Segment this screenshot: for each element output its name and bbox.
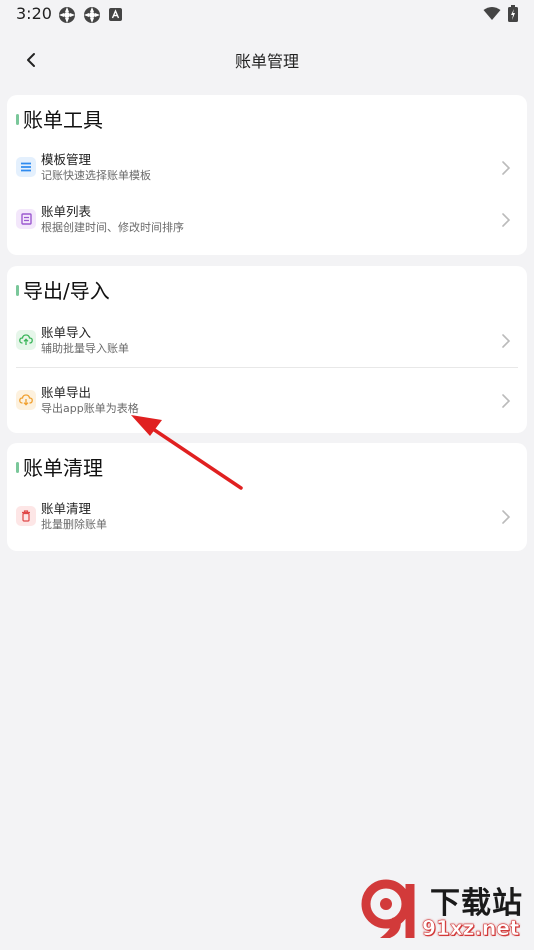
wifi-icon [483, 7, 501, 20]
section-title-text: 账单清理 [23, 456, 103, 480]
section-marker [16, 462, 19, 473]
section-card-export-import: 导出/导入 账单导入 辅助批量导入账单 账单导出 导出app账单为表格 [7, 266, 527, 433]
section-title: 账单工具 [16, 107, 103, 133]
menu-item-template-management[interactable]: 模板管理 记账快速选择账单模板 [7, 145, 527, 195]
list-icon [16, 157, 36, 177]
menu-item-bill-cleanup[interactable]: 账单清理 批量删除账单 [7, 494, 527, 544]
chevron-right-icon [502, 161, 511, 175]
section-marker [16, 285, 19, 296]
chevron-right-icon [502, 213, 511, 227]
page-title: 账单管理 [234, 52, 299, 71]
app-notification-icon [84, 7, 100, 23]
chevron-right-icon [502, 394, 511, 408]
divider [16, 367, 518, 368]
cloud-upload-icon [16, 330, 36, 350]
section-card-bill-cleanup: 账单清理 账单清理 批量删除账单 [7, 443, 527, 551]
trash-icon [16, 506, 36, 526]
menu-item-title: 账单导出 [41, 385, 92, 400]
watermark-logo-icon [361, 879, 415, 938]
menu-item-bill-import[interactable]: 账单导入 辅助批量导入账单 [7, 318, 527, 368]
status-time: 3:20 [16, 4, 52, 23]
font-app-icon [109, 8, 122, 21]
cloud-download-icon [16, 390, 36, 410]
menu-item-subtitle: 根据创建时间、修改时间排序 [41, 221, 184, 234]
section-title: 账单清理 [16, 455, 103, 481]
app-notification-icon [59, 7, 75, 23]
status-bar: 3:20 [0, 0, 534, 28]
menu-item-subtitle: 批量删除账单 [41, 518, 107, 531]
app-header: 账单管理 [0, 36, 534, 82]
menu-item-title: 账单清理 [41, 501, 92, 516]
menu-item-bill-list[interactable]: 账单列表 根据创建时间、修改时间排序 [7, 197, 527, 247]
battery-charging-icon [508, 5, 518, 22]
document-icon [16, 209, 36, 229]
section-card-bill-tools: 账单工具 模板管理 记账快速选择账单模板 账单列表 根据创建时间、修改时间排序 [7, 95, 527, 255]
section-title: 导出/导入 [16, 278, 110, 304]
watermark-url: 91xz.net [422, 916, 520, 941]
menu-item-title: 账单导入 [41, 325, 92, 340]
menu-item-subtitle: 导出app账单为表格 [41, 402, 139, 415]
menu-item-subtitle: 辅助批量导入账单 [41, 342, 129, 355]
chevron-right-icon [502, 334, 511, 348]
menu-item-title: 模板管理 [41, 152, 92, 167]
section-title-text: 账单工具 [23, 108, 103, 132]
watermark: 下载站 91xz.net [360, 876, 530, 946]
section-marker [16, 114, 19, 125]
menu-item-title: 账单列表 [41, 204, 92, 219]
menu-item-bill-export[interactable]: 账单导出 导出app账单为表格 [7, 378, 527, 428]
menu-item-subtitle: 记账快速选择账单模板 [41, 169, 151, 182]
chevron-right-icon [502, 510, 511, 524]
section-title-text: 导出/导入 [23, 279, 110, 303]
